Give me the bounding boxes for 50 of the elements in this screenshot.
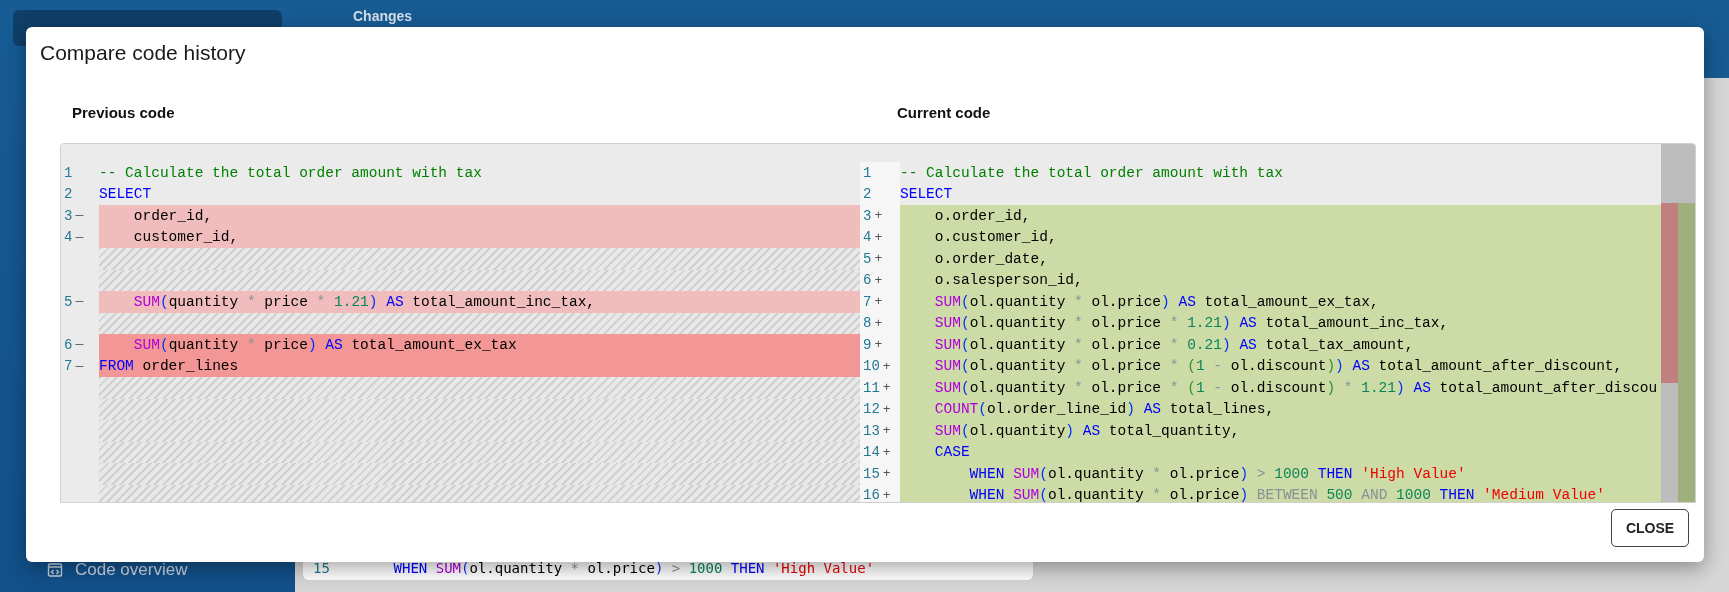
line-number: 12 [863,401,880,418]
diff-marker: + [882,380,891,396]
diff-marker: + [874,337,883,353]
line-number: 1 [863,164,872,181]
dialog-title: Compare code history [40,41,247,66]
line-number: 9 [863,336,872,353]
line-number: 11 [863,379,880,396]
diff-marker: + [874,294,883,310]
line-number: 16 [863,487,880,502]
diff-marker: + [882,487,891,502]
line-number: 8 [863,315,872,332]
line-number: 14 [863,444,880,461]
line-number: 10 [863,358,880,375]
diff-marker: + [882,466,891,482]
pane-title: Previous code [72,103,176,123]
diff-marker: + [874,251,883,267]
diff-marker: — [75,208,84,224]
diff-marker: — [75,229,84,245]
line-number: 7 [64,358,73,375]
line-number: 1 [64,164,73,181]
code-line: WHEN SUM(ol.quantity * ol.price) > 1000 THEN 'High Value' [392,560,875,576]
line-number: 6 [863,272,872,289]
diff-marker: + [882,444,891,460]
line-number: 15 [313,560,330,576]
line-number: 7 [863,293,872,310]
line-number: 13 [863,422,880,439]
pane-title: Current code [897,103,992,123]
sidebar-item[interactable]: Code overview [13,560,282,580]
diff-marker: — [75,358,84,374]
line-number: 5 [64,293,73,310]
close-button[interactable]: CLOSE [1611,509,1689,547]
line-number: 2 [64,186,73,203]
diff-marker: + [874,208,883,224]
line-number: 2 [863,186,872,203]
line-number: 4 [863,229,872,246]
diff-marker: + [874,272,883,288]
code-icon [47,562,63,578]
line-number: 6 [64,336,73,353]
line-number: 3 [64,207,73,224]
diff-marker: — [75,337,84,353]
diff-marker: + [882,358,891,374]
diff-marker: — [75,294,84,310]
diff-marker: + [874,229,883,245]
diff-marker: + [882,423,891,439]
diff-marker: + [874,315,883,331]
line-number: 5 [863,250,872,267]
line-number: 4 [64,229,73,246]
line-number: 3 [863,207,872,224]
diff-marker: + [882,401,891,417]
line-number: 15 [863,465,880,482]
